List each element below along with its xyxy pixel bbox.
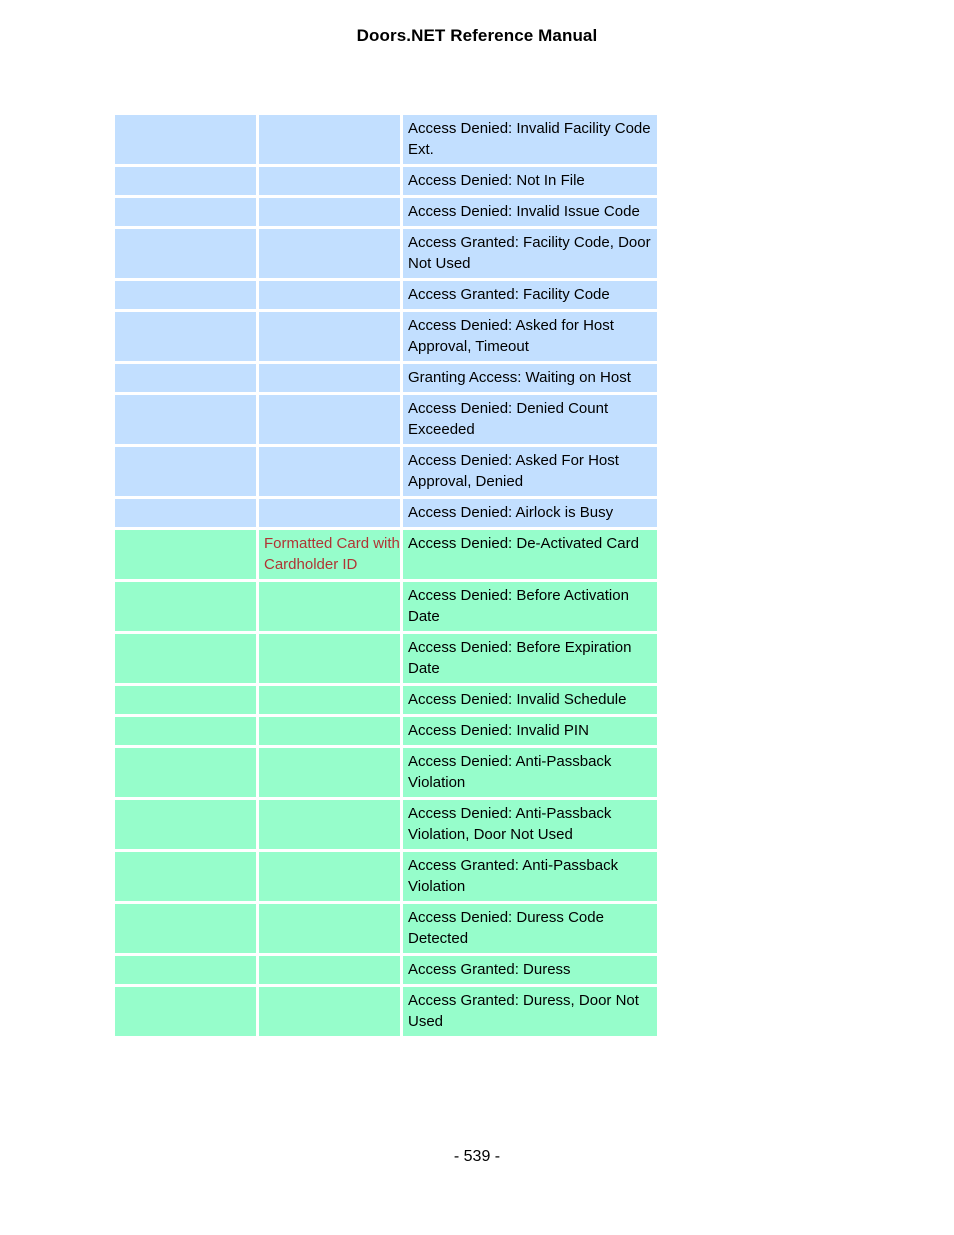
table-cell-event-description: Access Denied: Denied Count Exceeded [403,395,657,444]
table-cell-card-format [259,717,400,745]
table-row: Access Denied: Asked For Host Approval, … [115,447,657,496]
document-page: Doors.NET Reference Manual Access Denied… [0,0,954,1235]
table-cell-card-format [259,198,400,226]
table-row: Access Denied: Not In File [115,167,657,195]
table-cell-card-format [259,115,400,164]
table-cell-event-description: Access Denied: Before Activation Date [403,582,657,631]
table-cell-card-format [259,800,400,849]
table-row: Access Denied: Invalid PIN [115,717,657,745]
table-row: Access Denied: Anti-Passback Violation [115,748,657,797]
table-row: Granting Access: Waiting on Host [115,364,657,392]
table-cell-event-description: Access Denied: Invalid Issue Code [403,198,657,226]
table-row: Access Denied: Airlock is Busy [115,499,657,527]
event-table-container: Access Denied: Invalid Facility Code Ext… [115,115,657,1036]
table-cell-event-description: Access Denied: Invalid PIN [403,717,657,745]
table-cell-card-format [259,904,400,953]
table-row: Access Denied: Anti-Passback Violation, … [115,800,657,849]
table-cell-card-format [259,395,400,444]
table-row: Access Granted: Duress, Door Not Used [115,987,657,1036]
table-cell-card-format: Formatted Card with Cardholder ID [259,530,400,579]
table-cell-card-format [259,167,400,195]
table-cell-card-format [259,499,400,527]
table-row: Access Denied: Before Activation Date [115,582,657,631]
table-cell-card-format [259,582,400,631]
table-cell-card-format [259,852,400,901]
table-cell-card-format [259,312,400,361]
table-cell-category [115,800,256,849]
table-cell-card-format [259,364,400,392]
page-number: - 539 - [453,1148,501,1165]
table-cell-category [115,686,256,714]
table-cell-category [115,281,256,309]
table-row: Access Denied: Invalid Issue Code [115,198,657,226]
table-cell-event-description: Access Denied: Invalid Schedule [403,686,657,714]
table-row: Access Denied: Asked for Host Approval, … [115,312,657,361]
table-cell-card-format [259,987,400,1036]
table-cell-category [115,717,256,745]
table-cell-event-description: Granting Access: Waiting on Host [403,364,657,392]
table-row: Access Granted: Facility Code, Door Not … [115,229,657,278]
table-cell-card-format [259,447,400,496]
table-cell-event-description: Access Denied: Before Expiration Date [403,634,657,683]
table-cell-card-format [259,956,400,984]
table-cell-category [115,499,256,527]
table-cell-event-description: Access Denied: Invalid Facility Code Ext… [403,115,657,164]
table-cell-category [115,904,256,953]
table-cell-category [115,447,256,496]
table-cell-category [115,748,256,797]
table-row: Access Granted: Duress [115,956,657,984]
table-cell-event-description: Access Denied: Anti-Passback Violation, … [403,800,657,849]
table-cell-card-format [259,229,400,278]
table-cell-category [115,115,256,164]
table-cell-event-description: Access Denied: Anti-Passback Violation [403,748,657,797]
table-cell-event-description: Access Granted: Duress [403,956,657,984]
table-cell-event-description: Access Denied: Airlock is Busy [403,499,657,527]
table-cell-card-format [259,281,400,309]
table-row: Access Denied: Before Expiration Date [115,634,657,683]
table-cell-category [115,312,256,361]
table-row: Formatted Card with Cardholder ID Access … [115,530,657,579]
table-cell-category [115,987,256,1036]
table-cell-category [115,956,256,984]
table-cell-card-format [259,686,400,714]
table-cell-category [115,852,256,901]
table-cell-category [115,167,256,195]
table-row: Access Denied: Duress Code Detected [115,904,657,953]
table-row: Access Denied: Invalid Schedule [115,686,657,714]
table-cell-event-description: Access Denied: De-Activated Card [403,530,657,579]
table-cell-card-format [259,748,400,797]
table-cell-event-description: Access Granted: Facility Code, Door Not … [403,229,657,278]
table-cell-category [115,634,256,683]
table-row: Access Granted: Facility Code [115,281,657,309]
event-table: Access Denied: Invalid Facility Code Ext… [112,112,660,1039]
table-cell-event-description: Access Denied: Asked for Host Approval, … [403,312,657,361]
table-cell-event-description: Access Granted: Duress, Door Not Used [403,987,657,1036]
table-cell-category [115,364,256,392]
table-cell-category [115,530,256,579]
table-cell-category [115,198,256,226]
table-row: Access Denied: Denied Count Exceeded [115,395,657,444]
table-cell-event-description: Access Denied: Duress Code Detected [403,904,657,953]
table-cell-event-description: Access Denied: Not In File [403,167,657,195]
table-row: Access Denied: Invalid Facility Code Ext… [115,115,657,164]
table-cell-event-description: Access Granted: Anti-Passback Violation [403,852,657,901]
table-cell-category [115,229,256,278]
table-cell-category [115,395,256,444]
table-row: Access Granted: Anti-Passback Violation [115,852,657,901]
table-cell-card-format [259,634,400,683]
table-cell-event-description: Access Denied: Asked For Host Approval, … [403,447,657,496]
table-cell-category [115,582,256,631]
page-title: Doors.NET Reference Manual [356,26,598,45]
table-cell-event-description: Access Granted: Facility Code [403,281,657,309]
